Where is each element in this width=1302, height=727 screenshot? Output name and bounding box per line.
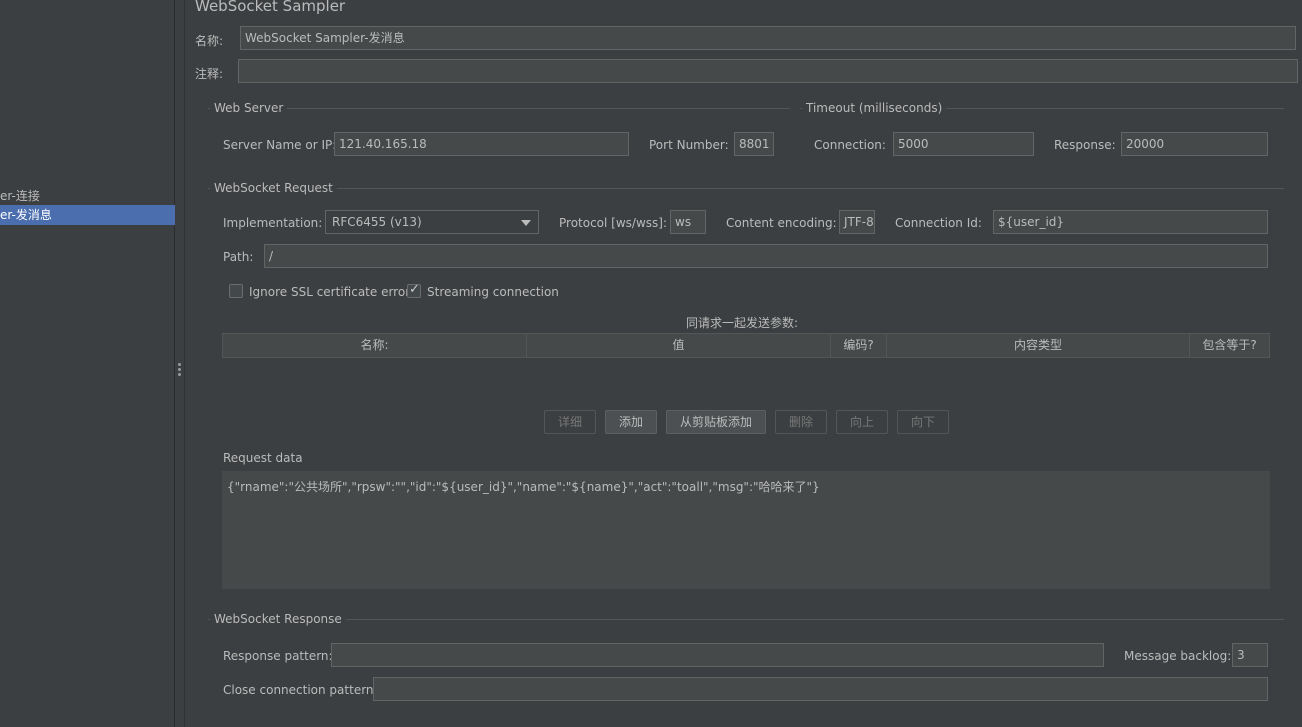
- move-down-button[interactable]: 向下: [897, 410, 949, 434]
- implementation-select[interactable]: RFC6455 (v13): [325, 210, 539, 234]
- request-group-title: WebSocket Request: [210, 181, 337, 195]
- test-plan-tree[interactable]: er-连接 er-发消息: [0, 0, 175, 727]
- delete-button[interactable]: 删除: [775, 410, 827, 434]
- web-server-group-border: [208, 108, 790, 109]
- chevron-down-icon: [521, 220, 531, 226]
- content-encoding-label: Content encoding:: [726, 216, 837, 230]
- column-header-content-type[interactable]: 内容类型: [887, 334, 1190, 357]
- port-number-label: Port Number:: [649, 138, 729, 152]
- content-encoding-field[interactable]: JTF-8: [839, 210, 875, 234]
- protocol-label: Protocol [ws/wss]:: [559, 216, 668, 230]
- request-data-label: Request data: [223, 451, 303, 465]
- column-header-name[interactable]: 名称:: [223, 334, 527, 357]
- connection-id-label: Connection Id:: [895, 216, 982, 230]
- protocol-field[interactable]: ws: [670, 210, 706, 234]
- streaming-connection-label: Streaming connection: [427, 285, 559, 299]
- request-group-border: [208, 188, 1284, 189]
- connection-timeout-field[interactable]: 5000: [893, 132, 1034, 156]
- close-connection-pattern-field[interactable]: [373, 677, 1268, 701]
- page-title: WebSocket Sampler: [195, 0, 346, 15]
- tree-item-send-message[interactable]: er-发消息: [0, 205, 175, 225]
- response-group-title: WebSocket Response: [210, 612, 346, 626]
- name-label: 名称:: [195, 34, 224, 48]
- detail-button[interactable]: 详细: [544, 410, 596, 434]
- checkmark-icon: ✓: [409, 282, 420, 297]
- timeout-group-title: Timeout (milliseconds): [802, 101, 947, 115]
- column-header-include-equals[interactable]: 包含等于?: [1190, 334, 1269, 357]
- web-server-group-title: Web Server: [210, 101, 288, 115]
- params-table-body[interactable]: [222, 358, 1270, 402]
- message-backlog-label: Message backlog:: [1124, 649, 1232, 663]
- comment-field[interactable]: [238, 59, 1298, 83]
- splitter-grip-dot: [178, 363, 181, 366]
- tree-item-connect[interactable]: er-连接: [0, 186, 175, 206]
- splitter-grip-dot: [178, 373, 181, 376]
- message-backlog-field[interactable]: 3: [1232, 643, 1268, 667]
- streaming-connection-checkbox[interactable]: ✓: [407, 282, 421, 298]
- response-pattern-field[interactable]: [331, 643, 1104, 667]
- comment-label: 注释:: [195, 67, 224, 81]
- request-data-textarea[interactable]: {"rname":"公共场所","rpsw":"","id":"${user_i…: [222, 471, 1270, 589]
- add-button[interactable]: 添加: [605, 410, 657, 434]
- implementation-value: RFC6455 (v13): [332, 215, 422, 229]
- connection-id-field[interactable]: ${user_id}: [993, 210, 1268, 234]
- ignore-ssl-label: Ignore SSL certificate errors: [249, 285, 417, 299]
- response-pattern-label: Response pattern:: [223, 649, 333, 663]
- column-header-encode[interactable]: 编码?: [831, 334, 887, 357]
- implementation-label: Implementation:: [223, 216, 323, 230]
- ignore-ssl-checkbox[interactable]: [229, 284, 243, 298]
- path-field[interactable]: /: [264, 244, 1268, 268]
- move-up-button[interactable]: 向上: [836, 410, 888, 434]
- connection-timeout-label: Connection:: [814, 138, 886, 152]
- column-header-value[interactable]: 值: [527, 334, 831, 357]
- params-table-header: 名称: 值 编码? 内容类型 包含等于?: [222, 333, 1270, 358]
- response-group-border: [208, 619, 1284, 620]
- add-from-clipboard-button[interactable]: 从剪贴板添加: [666, 410, 766, 434]
- server-name-label: Server Name or IP:: [223, 138, 337, 152]
- server-name-field[interactable]: 121.40.165.18: [334, 132, 629, 156]
- params-title: 同请求一起发送参数:: [686, 316, 799, 330]
- path-label: Path:: [223, 250, 254, 264]
- splitter-grip-dot: [178, 368, 181, 371]
- close-connection-pattern-label: Close connection pattern:: [223, 683, 378, 697]
- port-number-field[interactable]: 8801: [734, 132, 774, 156]
- response-timeout-field[interactable]: 20000: [1121, 132, 1268, 156]
- response-timeout-label: Response:: [1054, 138, 1116, 152]
- name-field[interactable]: WebSocket Sampler-发消息: [240, 26, 1296, 50]
